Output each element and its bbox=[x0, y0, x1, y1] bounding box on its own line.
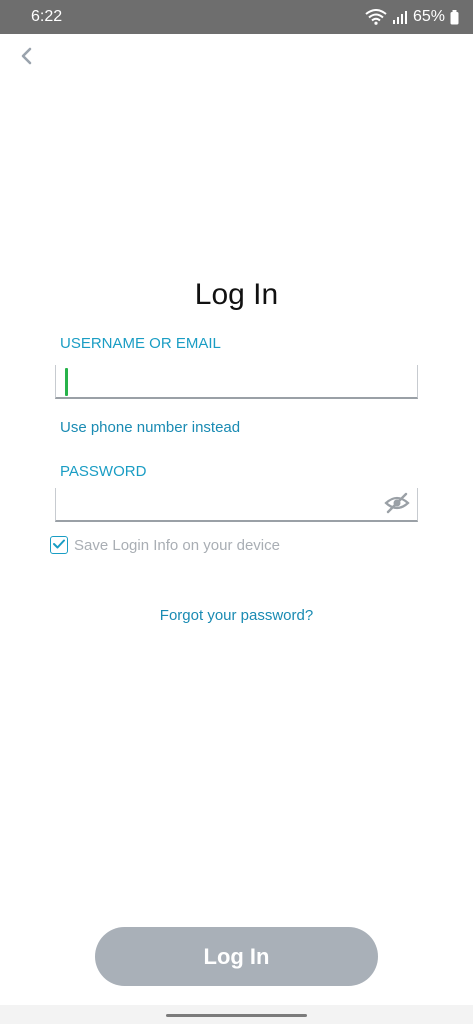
password-label: PASSWORD bbox=[60, 463, 147, 480]
signal-icon bbox=[392, 10, 408, 24]
checkmark-icon bbox=[53, 536, 65, 554]
save-login-checkbox[interactable] bbox=[50, 536, 68, 554]
toggle-password-visibility-button[interactable] bbox=[383, 492, 411, 518]
page-title: Log In bbox=[194, 278, 279, 311]
navigation-bar bbox=[0, 1005, 473, 1024]
forgot-password-link: Forgot your password? bbox=[0, 607, 473, 624]
username-field[interactable] bbox=[55, 365, 418, 399]
username-label: USERNAME OR EMAIL bbox=[60, 335, 221, 352]
status-icons: 65% bbox=[365, 8, 459, 26]
login-button[interactable]: Log In bbox=[95, 927, 378, 986]
forgot-password-text[interactable]: Forgot your password? bbox=[160, 607, 313, 624]
status-time: 6:22 bbox=[31, 8, 63, 25]
password-field[interactable] bbox=[55, 488, 418, 522]
status-bar: 6:22 65% bbox=[0, 0, 473, 34]
wifi-icon bbox=[365, 9, 387, 25]
save-login-label: Save Login Info on your device bbox=[74, 536, 280, 554]
battery-icon bbox=[450, 9, 459, 25]
text-cursor bbox=[65, 368, 68, 396]
home-handle[interactable] bbox=[166, 1014, 307, 1017]
back-button[interactable] bbox=[14, 46, 38, 70]
use-phone-link[interactable]: Use phone number instead bbox=[60, 419, 240, 436]
password-input[interactable] bbox=[56, 488, 417, 520]
chevron-left-icon bbox=[19, 46, 33, 71]
username-input[interactable] bbox=[56, 365, 417, 397]
battery-percent: 65% bbox=[412, 8, 445, 25]
eye-off-icon bbox=[384, 492, 410, 519]
save-login-row[interactable]: Save Login Info on your device bbox=[50, 536, 280, 554]
